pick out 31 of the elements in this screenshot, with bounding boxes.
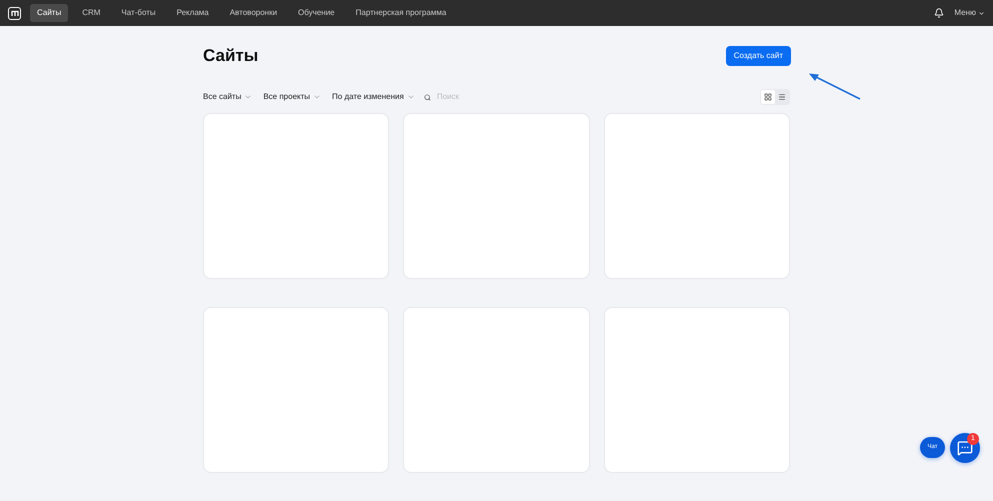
grid-icon [764,93,772,101]
create-site-button[interactable]: Создать сайт [726,46,791,66]
filter-dropdown[interactable]: Все сайты [203,91,252,103]
chevron-down-icon [978,10,985,16]
chat-icon [957,440,973,456]
list-icon [778,93,786,101]
nav-tab[interactable]: Чат-боты [114,4,163,22]
filter-dropdown[interactable]: По дате изменения [332,91,415,103]
grid-view-button[interactable] [761,90,775,104]
chevron-down-icon [313,93,322,101]
page-title: Сайты [203,45,258,68]
search-icon [424,94,431,100]
site-card[interactable] [403,307,590,473]
site-card[interactable] [403,113,590,279]
site-card[interactable] [203,113,390,279]
chevron-down-icon [406,93,415,101]
site-card[interactable] [203,307,390,473]
nav-tab[interactable]: Реклама [170,4,216,22]
chevron-down-icon [244,93,252,101]
nav-tab[interactable]: Партнерская программа [348,4,454,22]
site-card[interactable] [604,307,790,473]
bell-icon[interactable] [934,8,944,18]
filter-dropdown[interactable]: Все проекты [263,91,322,103]
nav-tab[interactable]: Автоворонки [222,4,284,22]
menu-button[interactable]: Меню [954,7,985,19]
search-field[interactable]: Поиск [436,91,517,103]
site-card[interactable] [604,113,790,279]
nav-tab[interactable]: CRM [75,4,108,22]
logo-icon[interactable] [8,6,21,20]
nav-tab[interactable]: Сайты [30,4,68,22]
nav-tab[interactable]: Обучение [291,4,342,22]
